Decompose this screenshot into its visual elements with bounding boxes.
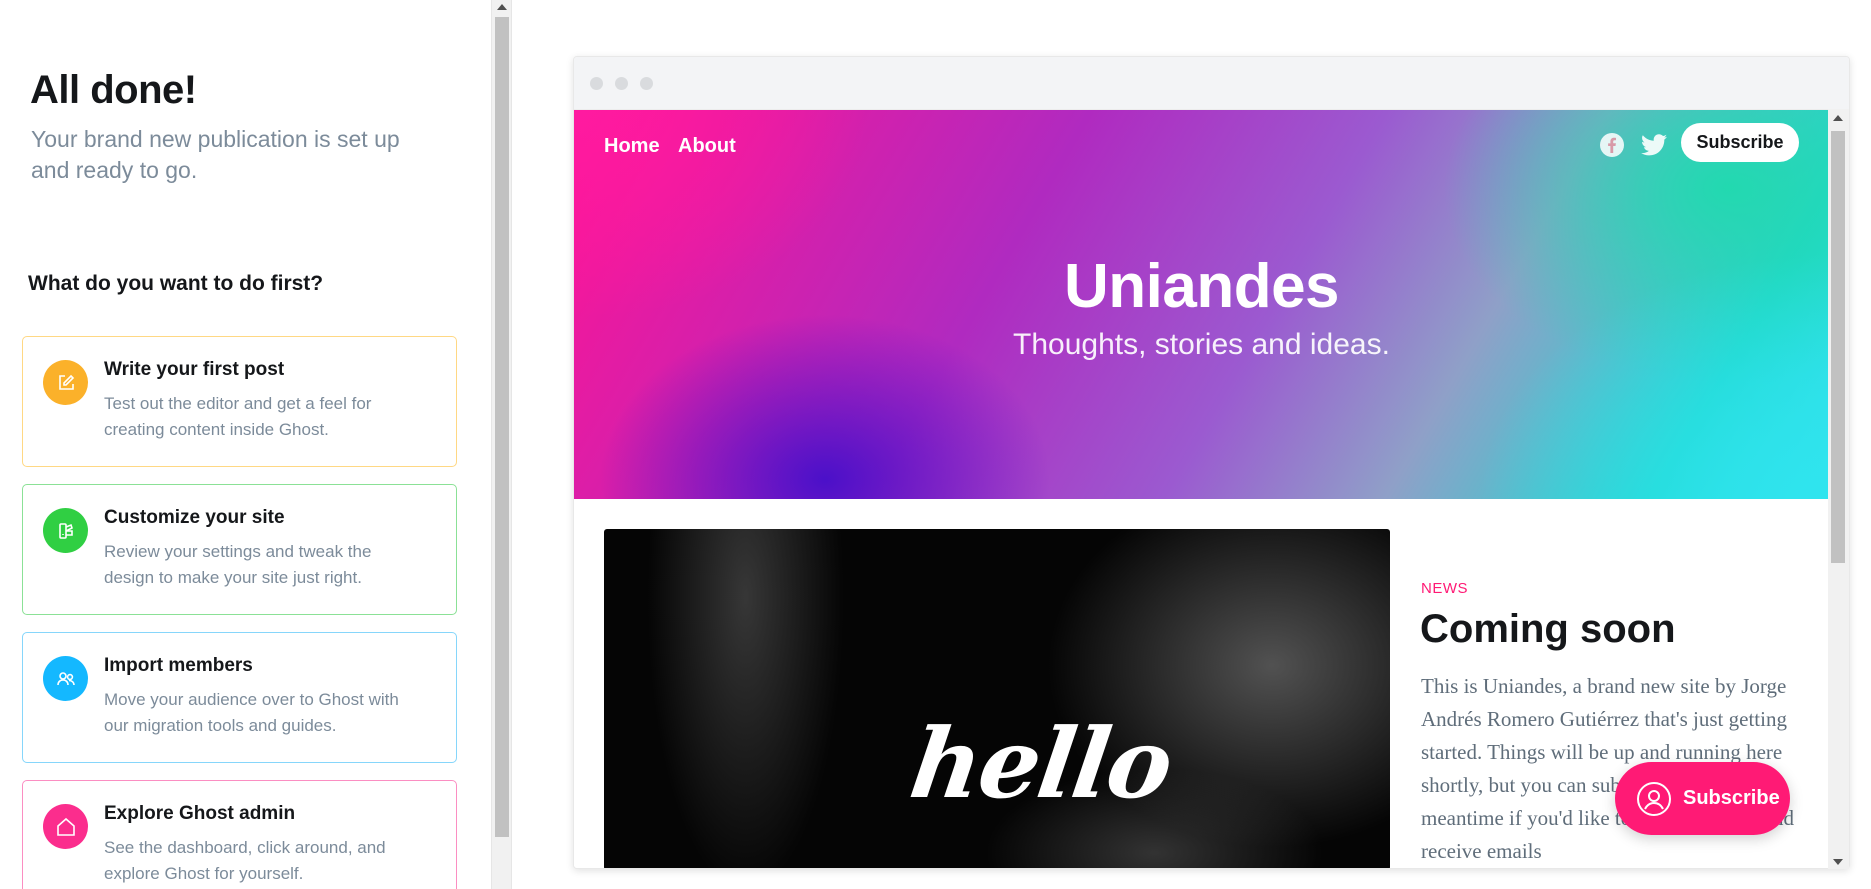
site-tagline: Thoughts, stories and ideas. xyxy=(1013,328,1390,361)
write-first-post-card[interactable]: Write your first post Test out the edito… xyxy=(22,336,457,467)
scroll-down-arrow-icon[interactable] xyxy=(1833,859,1843,865)
scroll-up-arrow-icon[interactable] xyxy=(1833,115,1843,121)
card-title: Explore Ghost admin xyxy=(104,803,296,824)
card-description: Review your settings and tweak the desig… xyxy=(104,542,372,587)
setup-panel: All done! Your brand new publication is … xyxy=(0,0,491,889)
window-dot xyxy=(615,77,628,90)
scroll-up-arrow-icon[interactable] xyxy=(497,4,507,10)
import-members-card[interactable]: Import members Move your audience over t… xyxy=(22,632,457,763)
card-description: See the dashboard, click around, and exp… xyxy=(104,838,386,883)
window-dot xyxy=(590,77,603,90)
post-tag[interactable]: NEWS xyxy=(1421,580,1468,597)
home-icon xyxy=(43,804,88,849)
user-circle-icon xyxy=(1637,781,1671,816)
card-description: Move your audience over to Ghost with ou… xyxy=(104,690,399,735)
post-title[interactable]: Coming soon xyxy=(1420,607,1676,652)
card-title: Customize your site xyxy=(104,507,285,528)
browser-bar xyxy=(574,57,1849,110)
site-title: Uniandes xyxy=(1063,252,1340,321)
card-title: Write your first post xyxy=(104,359,285,380)
twitter-icon[interactable] xyxy=(1640,132,1668,158)
window-dot xyxy=(640,77,653,90)
site-preview-window: Home About Subscribe Uniandes Thoughts, … xyxy=(573,56,1850,869)
preview-scrollbar[interactable] xyxy=(1828,109,1849,869)
featured-post-image[interactable]: hello xyxy=(604,529,1390,868)
site-header: Home About Subscribe Uniandes Thoughts, … xyxy=(574,110,1829,499)
card-description: Test out the editor and get a feel for c… xyxy=(104,394,372,439)
page-title: All done! xyxy=(30,68,197,112)
explore-admin-card[interactable]: Explore Ghost admin See the dashboard, c… xyxy=(22,780,457,889)
card-title: Import members xyxy=(104,655,253,676)
portal-subscribe-button[interactable]: Subscribe xyxy=(1615,762,1790,835)
brush-icon xyxy=(43,508,88,553)
users-icon xyxy=(43,656,88,701)
customize-site-card[interactable]: Customize your site Review your settings… xyxy=(22,484,457,615)
nav-home-link[interactable]: Home xyxy=(604,135,660,158)
site-content: Home About Subscribe Uniandes Thoughts, … xyxy=(574,110,1829,868)
page-subtitle: Your brand new publication is set up and… xyxy=(31,126,400,183)
header-subscribe-button[interactable]: Subscribe xyxy=(1681,123,1799,162)
scrollbar-thumb[interactable] xyxy=(1831,131,1845,563)
pencil-icon xyxy=(43,360,88,405)
scrollbar-thumb[interactable] xyxy=(495,17,509,837)
image-hello-text: hello xyxy=(904,707,1178,820)
left-scrollbar[interactable] xyxy=(491,0,512,889)
portal-subscribe-label: Subscribe xyxy=(1683,787,1780,809)
section-heading: What do you want to do first? xyxy=(28,272,324,295)
facebook-icon[interactable] xyxy=(1599,132,1625,158)
nav-about-link[interactable]: About xyxy=(678,135,736,158)
